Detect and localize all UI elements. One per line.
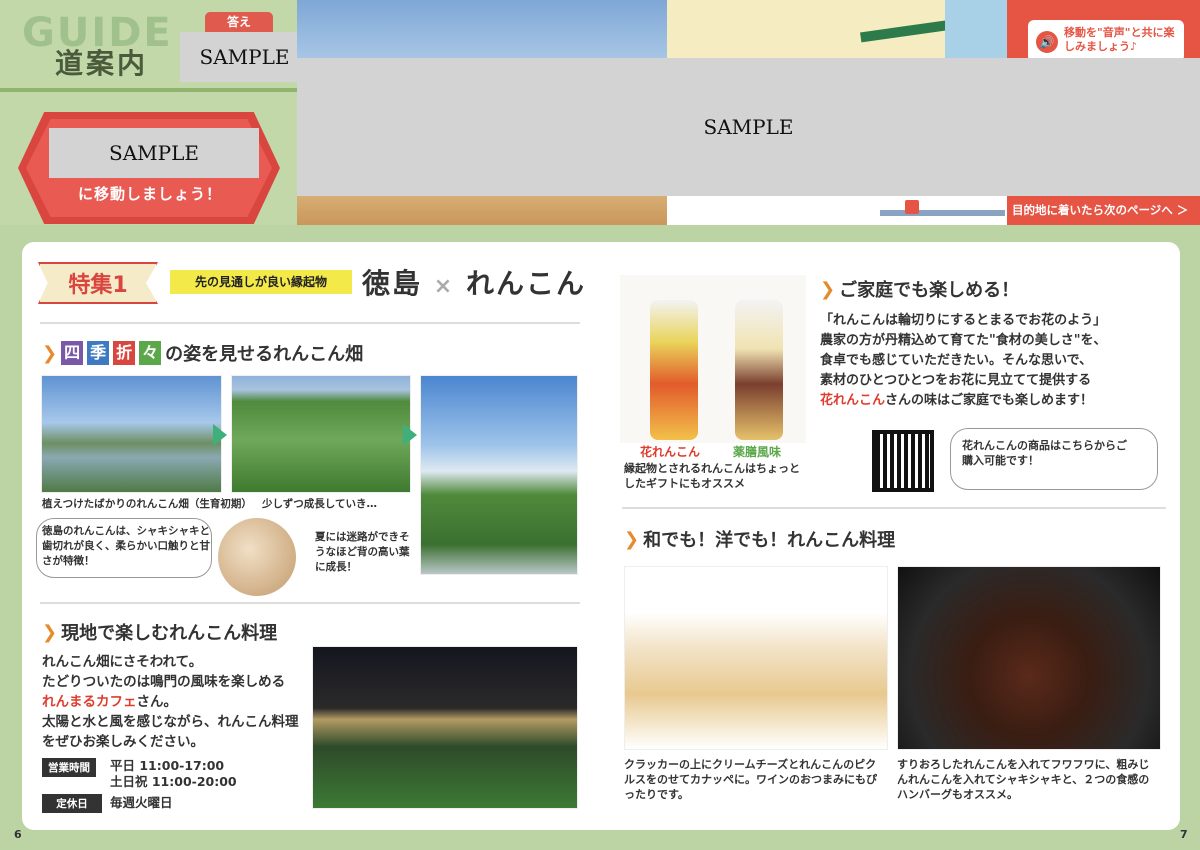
chevron-right-icon: ❯ [820,278,836,300]
next-page-link[interactable]: 目的地に着いたら次のページへ ＞ [1012,202,1197,218]
feature-subtitle: 先の見通しが良い縁起物 [170,270,352,294]
canape-caption: クラッカーの上にクリームチーズとれんこんのピクルスをのせてカナッペに。ワインのお… [624,758,877,801]
hours-weekend: 土日祝 11:00-20:00 [110,774,237,789]
home-heading: ❯ ご家庭でも楽しめる！ [820,276,1019,302]
jar-label-2: 薬膳風味 [733,445,782,459]
arrow-right-icon [213,424,227,446]
hours-tag: 営業時間 [42,758,96,777]
feature-title: 徳島 × れんこん [362,262,586,302]
home-heading-text: ご家庭でも楽しめる！ [839,280,1020,301]
divider [40,322,580,324]
seasons-heading: ❯ 四 季 折 々 の姿を見せるれんこん畑 [42,340,363,366]
title-tokushima: 徳島 [362,267,423,300]
page-number-left: 6 [14,828,22,841]
season-char: 折 [113,341,136,365]
wayo-heading-text: 和でも！洋でも！れんこん料理 [643,530,896,551]
canape-photo [624,566,888,750]
season-char: 々 [139,341,162,365]
opening-hours: 平日 11:00-17:00 土日祝 11:00-20:00 [110,758,237,790]
home-line: 花れんこんさんの味はご家庭でも楽しめます！ [820,391,1160,411]
local-line: たどりついたのは鳴門の風味を楽しめる [42,674,286,690]
local-suffix: さん。 [136,694,178,710]
jar-yakuzen [735,300,783,440]
map-route-line [880,210,1005,216]
arrow-right-icon [403,424,417,446]
qr-code[interactable] [872,430,934,492]
banner-photo-sky [297,0,667,60]
shop-name: 花れんこん [820,393,886,408]
jar-hanarenkon [650,300,698,440]
wayo-heading: ❯ 和でも！洋でも！れんこん料理 [624,526,895,552]
local-line: れんこん畑にさそわれて。 [42,654,203,670]
season-char: 季 [87,341,110,365]
qr-text: 花れんこんの商品はこちらからご購入可能です！ [962,439,1127,467]
divider [40,602,580,604]
home-line: 「れんこんは輪切りにするとまるでお花のよう」 [820,313,1107,328]
local-line: れんまるカフェさん。 [42,692,307,712]
home-line: 農家の方が丹精込めて育てた"食材の美しさ"を、 [820,333,1107,348]
bubble-text: 徳島のれんこんは、シャキシャキと歯切れが良く、柔らかい口触りと甘さが特徴！ [42,525,210,567]
cafe-name: れんまるカフェ [42,694,137,710]
local-heading-text: 現地で楽しむれんこん料理 [61,623,278,644]
local-description: れんこん畑にさそわれて。 たどりついたのは鳴門の風味を楽しめる れんまるカフェさ… [42,652,307,752]
sample-placeholder-destination: SAMPLE [49,128,259,178]
home-suffix: さんの味はご家庭でも楽しめます！ [885,393,1094,408]
page-number-right: 7 [1180,828,1188,841]
speaker-icon: 🔊 [1036,31,1058,53]
sample-placeholder-small: SAMPLE [180,32,309,82]
title-renkon: れんこん [465,267,586,300]
chevron-right-icon: ❯ [42,342,58,364]
feature-badge: 特集1 [38,262,158,304]
hours-weekday: 平日 11:00-17:00 [110,758,225,773]
season-char: 四 [61,341,84,365]
field-photo-growing [231,375,411,493]
guide-title: 道案内 [55,47,149,80]
answer-tab[interactable]: 答え [205,12,273,34]
caption-early: 植えつけたばかりのれんこん畑（生育初期） [42,498,252,510]
chevron-right-icon: ❯ [42,621,58,643]
home-line: 食卓でも感じていただきたい。そんな思いで、 [820,353,1093,368]
caption-growing: 少しずつ成長していき… [262,498,377,510]
map-pin-icon [905,200,919,214]
field-photo-summer [420,375,578,575]
local-line: 太陽と水と風を感じながら、れんこん料理をぜひお楽しみください。 [42,714,299,750]
caption-summer: 夏には迷路ができそうなほど背の高い葉に成長！ [315,531,410,573]
seasons-heading-text: の姿を見せるれんこん畑 [165,344,364,365]
title-cross: × [433,274,455,299]
divider [622,507,1166,509]
sample-placeholder-wide: SAMPLE [297,58,1200,196]
jar-caption: 縁起物とされるれんこんはちょっとしたギフトにもオススメ [624,462,800,490]
renkon-photo [218,518,296,596]
chevron-right-icon: ❯ [624,528,640,550]
move-instruction: に移動しましょう！ [77,185,222,203]
map-river [945,0,1007,60]
jar-label-1: 花れんこん [640,445,701,459]
audio-guide-label: 移動を"音声"と共に楽しみましょう♪ [1064,26,1175,53]
hamburg-photo [897,566,1161,750]
banner-photo-wood [297,195,667,225]
hamburg-caption: すりおろしたれんこんを入れてフワフワに、粗みじんれんこんを入れてシャキシャキと、… [897,758,1150,801]
cafe-photo [312,646,578,809]
closed-tag: 定休日 [42,794,102,813]
local-heading: ❯ 現地で楽しむれんこん料理 [42,619,277,645]
home-line: 素材のひとつひとつをお花に見立てて提供する [820,373,1092,388]
closed-day: 毎週火曜日 [110,795,173,810]
home-description: 「れんこんは輪切りにするとまるでお花のよう」 農家の方が丹精込めて育てた"食材の… [820,311,1160,411]
field-photo-early [41,375,222,493]
banner-divider [0,88,298,92]
